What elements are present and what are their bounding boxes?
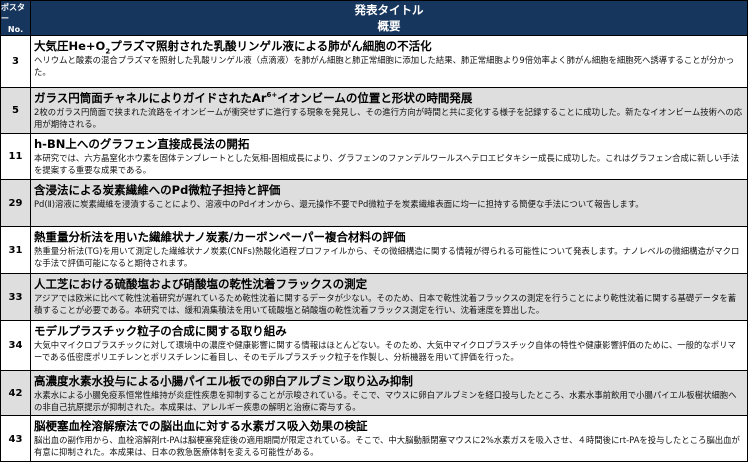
poster-number: 33 <box>1 274 31 320</box>
row-content: 熱重量分析法を用いた繊維状ナノ炭素/カーボンペーパー複合材料の評価 熱重量分析法… <box>31 227 747 273</box>
poster-header-no: No. <box>7 24 24 34</box>
table-header: ポスター No. 発表タイトル 概要 <box>1 1 747 36</box>
poster-number-header: ポスター No. <box>1 1 31 35</box>
presentation-summary: 2枚のガラス円筒面で挟まれた流路をイオンビームが衝突せずに進行する現象を発見し、… <box>34 107 743 129</box>
table-row: 42 高濃度水素水投与による小腸パイエル板での卵白アルブミン取り込み抑制 水素水… <box>1 371 747 416</box>
title-header-label: 発表タイトル <box>354 3 424 17</box>
poster-number: 31 <box>1 227 31 273</box>
presentation-title: 人工芝における硫酸塩および硝酸塩の乾性沈着フラックスの測定 <box>34 277 368 291</box>
poster-number: 42 <box>1 371 31 415</box>
row-content: モデルプラスチック粒子の合成に関する取り組み 大気中マイクロプラスチックに対して… <box>31 321 747 370</box>
row-content: 人工芝における硫酸塩および硝酸塩の乾性沈着フラックスの測定 アジアでは欧米に比べ… <box>31 274 747 320</box>
presentation-title: 高濃度水素水投与による小腸パイエル板での卵白アルブミン取り込み抑制 <box>34 374 413 388</box>
row-content: ガラス円筒面チャネルによりガイドされたAr6+イオンビームの位置と形状の時間発展… <box>31 88 747 133</box>
table-row: 34 モデルプラスチック粒子の合成に関する取り組み 大気中マイクロプラスチックに… <box>1 321 747 371</box>
table-row: 29 含浸法による炭素繊維へのPd微粒子担持と評価 Pd(Ⅱ)溶液に炭素繊維を浸… <box>1 180 747 227</box>
poster-number: 34 <box>1 321 31 370</box>
poster-number: 29 <box>1 180 31 226</box>
presentation-summary: 脳出血の副作用から、血栓溶解剤rt-PAは脳梗塞発症後の適用期間が限定されている… <box>34 435 740 457</box>
presentation-summary: 本研究では、六方晶窒化ホウ素を固体テンプレートとした気相-固相成長により、グラフ… <box>34 153 740 175</box>
presentation-title: 大気圧He+O2プラズマ照射された乳酸リンゲル液による肺がん細胞の不活化 <box>34 39 432 54</box>
row-content: h-BN上へのグラフェン直接成長法の開拓 本研究では、六方晶窒化ホウ素を固体テン… <box>31 134 747 179</box>
row-content: 含浸法による炭素繊維へのPd微粒子担持と評価 Pd(Ⅱ)溶液に炭素繊維を浸漬する… <box>31 180 747 226</box>
row-content: 大気圧He+O2プラズマ照射された乳酸リンゲル液による肺がん細胞の不活化 ヘリウ… <box>31 36 747 87</box>
presentation-summary: アジアでは欧米に比べて乾性沈着研究が遅れているため乾性沈着に関するデータが少ない… <box>34 293 737 315</box>
poster-number: 5 <box>1 88 31 133</box>
row-content: 高濃度水素水投与による小腸パイエル板での卵白アルブミン取り込み抑制 水素水による… <box>31 371 747 415</box>
table-row: 31 熱重量分析法を用いた繊維状ナノ炭素/カーボンペーパー複合材料の評価 熱重量… <box>1 227 747 274</box>
table-row: 43 脳梗塞血栓溶解療法での脳出血に対する水素ガス吸入効果の検証 脳出血の副作用… <box>1 416 747 462</box>
presentation-title: ガラス円筒面チャネルによりガイドされたAr6+イオンビームの位置と形状の時間発展 <box>34 91 473 105</box>
presentation-title: 熱重量分析法を用いた繊維状ナノ炭素/カーボンペーパー複合材料の評価 <box>34 230 406 244</box>
presentation-summary: Pd(Ⅱ)溶液に炭素繊維を浸漬することにより、溶液中のPdイオンから、還元操作不… <box>34 199 644 209</box>
presentation-summary: 大気中マイクロプラスチックに対して環境中の濃度や健康影響に関する情報はほとんどな… <box>34 340 736 362</box>
presentation-title: 脳梗塞血栓溶解療法での脳出血に対する水素ガス吸入効果の検証 <box>34 419 368 433</box>
table-row: 33 人工芝における硫酸塩および硝酸塩の乾性沈着フラックスの測定 アジアでは欧米… <box>1 274 747 321</box>
table-row: 5 ガラス円筒面チャネルによりガイドされたAr6+イオンビームの位置と形状の時間… <box>1 88 747 134</box>
poster-table: ポスター No. 発表タイトル 概要 3 大気圧He+O2プラズマ照射された乳酸… <box>0 0 748 462</box>
poster-number: 11 <box>1 134 31 179</box>
presentation-summary: 水素水による小腸免疫系恒常性維持が炎症性疾患を抑制することが示唆されている。そこ… <box>34 390 737 412</box>
presentation-title: モデルプラスチック粒子の合成に関する取り組み <box>34 324 287 338</box>
table-row: 11 h-BN上へのグラフェン直接成長法の開拓 本研究では、六方晶窒化ホウ素を固… <box>1 134 747 180</box>
summary-header-label: 概要 <box>377 19 401 33</box>
presentation-summary: ヘリウムと酸素の混合プラズマを照射した乳酸リンゲル液（点滴液）を肺がん細胞と肺正… <box>34 55 735 77</box>
presentation-title: 含浸法による炭素繊維へのPd微粒子担持と評価 <box>34 183 281 197</box>
presentation-title: h-BN上へのグラフェン直接成長法の開拓 <box>34 137 250 151</box>
poster-header-label: ポスター <box>1 2 25 23</box>
table-row: 3 大気圧He+O2プラズマ照射された乳酸リンゲル液による肺がん細胞の不活化 ヘ… <box>1 36 747 88</box>
presentation-summary: 熱重量分析法(TG)を用いて測定した繊維状ナノ炭素(CNFs)熱酸化過程プロファ… <box>34 246 740 268</box>
poster-number: 43 <box>1 416 31 462</box>
poster-number: 3 <box>1 36 31 87</box>
row-content: 脳梗塞血栓溶解療法での脳出血に対する水素ガス吸入効果の検証 脳出血の副作用から、… <box>31 416 747 462</box>
title-header: 発表タイトル 概要 <box>31 1 747 35</box>
